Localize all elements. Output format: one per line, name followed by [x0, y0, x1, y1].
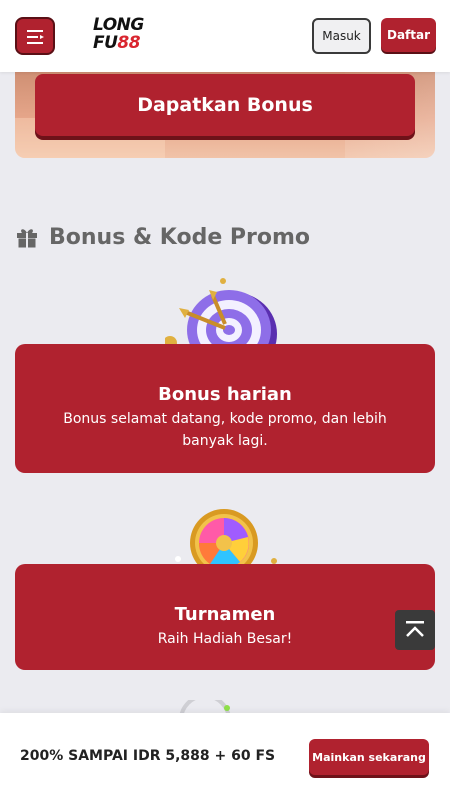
- card-description: Bonus selamat datang, kode promo, dan le…: [63, 411, 387, 449]
- register-button[interactable]: Daftar: [381, 18, 436, 52]
- daily-bonus-card[interactable]: Bonus harian Bonus selamat datang, kode …: [15, 344, 435, 473]
- site-logo[interactable]: LONG FU88: [93, 15, 155, 57]
- logo-fu: FU: [93, 33, 118, 53]
- menu-button[interactable]: [15, 17, 55, 55]
- get-bonus-button[interactable]: Dapatkan Bonus: [35, 74, 415, 136]
- top-header: LONG FU88 Masuk Daftar: [0, 0, 450, 72]
- card-title: Bonus harian: [158, 384, 292, 405]
- section-title: Bonus & Kode Promo: [49, 224, 311, 250]
- card-description: Raih Hadiah Besar!: [157, 631, 293, 647]
- logo-88: 88: [117, 33, 141, 53]
- bottom-promo-bar: 200% SAMPAI IDR 5,888 + 60 FS Mainkan se…: [0, 713, 450, 800]
- logo-line2: FU88: [93, 33, 141, 53]
- promo-text: 200% SAMPAI IDR 5,888 + 60 FS: [20, 748, 276, 764]
- play-now-button[interactable]: Mainkan sekarang: [309, 739, 429, 775]
- hero-banner: Dapatkan Bonus: [15, 60, 435, 158]
- tournament-card[interactable]: Turnamen Raih Hadiah Besar!: [15, 564, 435, 670]
- logo-line1: LONG: [93, 15, 144, 35]
- card-title: Turnamen: [174, 604, 276, 625]
- back-to-top-button[interactable]: [395, 610, 435, 650]
- section-heading: Bonus & Kode Promo: [15, 222, 310, 252]
- hamburger-icon: [27, 30, 44, 44]
- login-button[interactable]: Masuk: [312, 18, 371, 54]
- arrow-up-icon: [406, 621, 424, 637]
- gift-icon: [17, 229, 37, 248]
